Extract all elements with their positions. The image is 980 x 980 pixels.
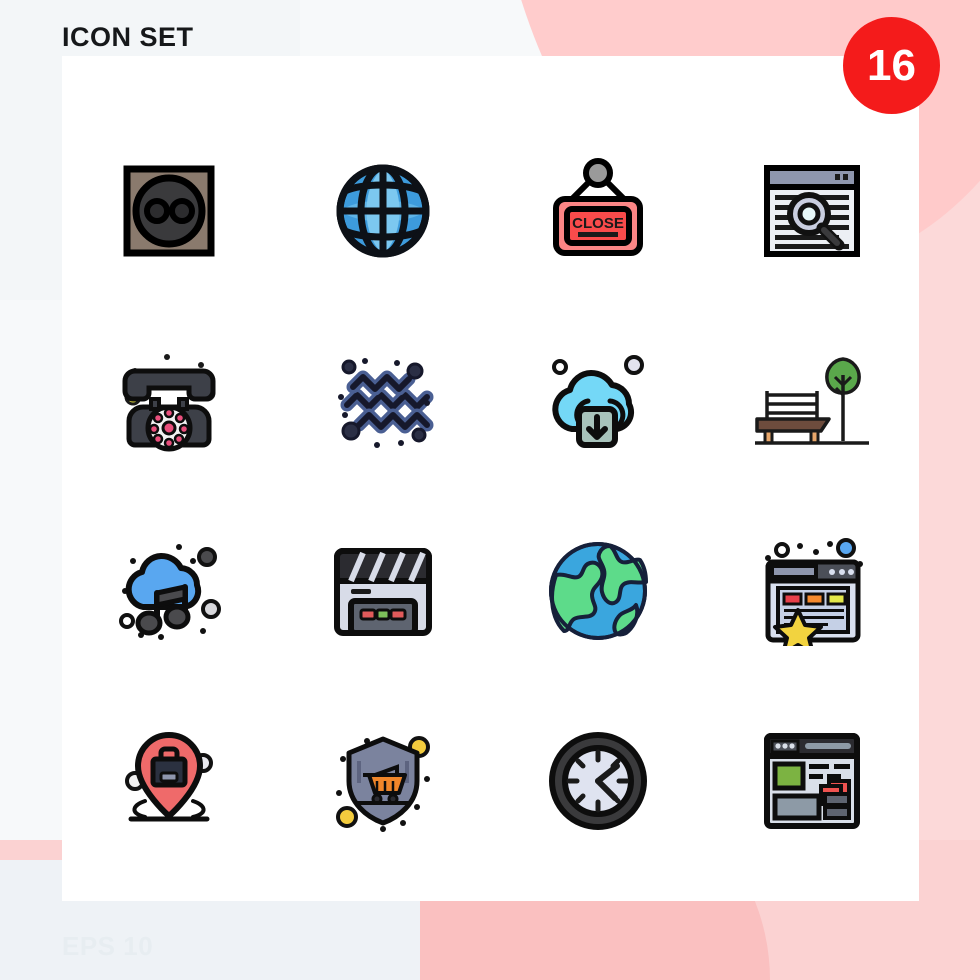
icon-cell-power-socket[interactable]	[62, 116, 276, 306]
dna-helix-icon	[327, 345, 439, 457]
icon-cell-cloud-download[interactable]	[491, 306, 705, 496]
icon-cell-web-layout[interactable]	[705, 686, 919, 876]
icon-count-badge: 16	[843, 17, 940, 114]
globe-grid-icon	[331, 159, 435, 263]
icon-cell-cloud-music[interactable]	[62, 496, 276, 686]
page-title: ICON SET	[62, 22, 194, 52]
icon-cell-browser-search[interactable]	[705, 116, 919, 306]
icon-cell-clock[interactable]	[491, 686, 705, 876]
icon-cell-dna[interactable]	[276, 306, 490, 496]
icon-cell-browser-favorite[interactable]	[705, 496, 919, 686]
web-layout-icon	[757, 728, 867, 834]
eps-version-label: EPS 10	[62, 931, 154, 961]
icon-cell-close-sign[interactable]: CLOSE	[491, 116, 705, 306]
job-location-pin-icon	[113, 725, 225, 837]
close-sign-icon: CLOSE	[542, 155, 654, 267]
cloud-music-icon	[111, 535, 227, 647]
park-bench-tree-icon	[753, 349, 871, 453]
close-sign-label: CLOSE	[572, 215, 624, 232]
power-socket-icon	[114, 156, 224, 266]
icon-cell-clapperboard[interactable]	[276, 496, 490, 686]
earth-globe-icon	[544, 537, 652, 645]
clapperboard-icon	[329, 541, 437, 641]
icon-cell-secure-shopping[interactable]	[276, 686, 490, 876]
cloud-download-icon	[542, 349, 654, 453]
shopping-security-icon	[325, 725, 441, 837]
icon-cell-job-location[interactable]	[62, 686, 276, 876]
browser-search-icon	[757, 156, 867, 266]
icon-set-poster: ICON SET 16 CLOSE EPS 10	[0, 0, 980, 980]
icon-cell-globe[interactable]	[276, 116, 490, 306]
icon-grid: CLOSE	[62, 56, 919, 901]
icon-cell-park-bench[interactable]	[705, 306, 919, 496]
browser-favorite-icon	[754, 536, 870, 646]
clock-icon	[545, 728, 651, 834]
retro-telephone-icon	[111, 345, 227, 457]
icon-cell-telephone[interactable]	[62, 306, 276, 496]
icon-cell-earth[interactable]	[491, 496, 705, 686]
